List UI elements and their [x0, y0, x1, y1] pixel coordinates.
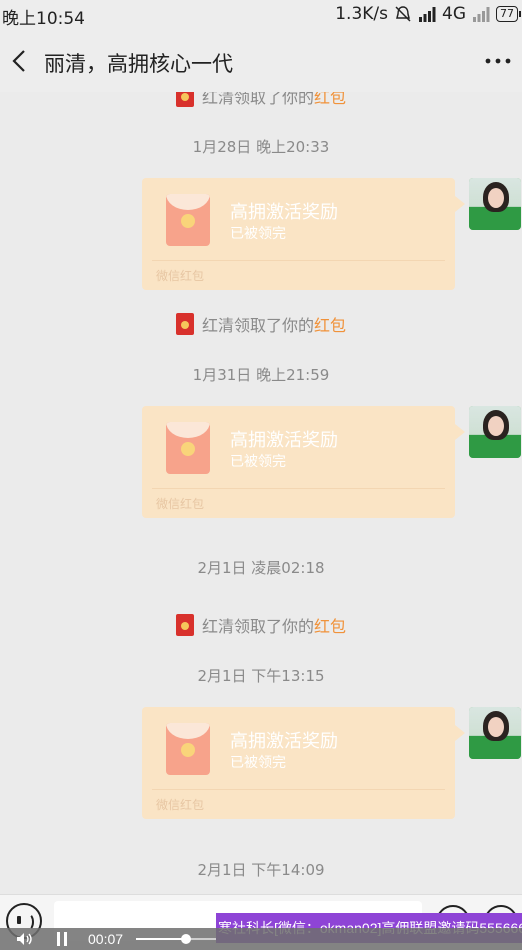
red-packet-link[interactable]: 红包: [314, 92, 346, 107]
message-timestamp: 1月28日 晚上20:33: [192, 138, 330, 156]
red-packet-envelope-icon: [166, 723, 210, 775]
divider: [152, 488, 445, 489]
red-packet-title: 高拥激活奖励: [230, 731, 338, 752]
red-packet-icon: [175, 92, 194, 107]
system-message-text: 红清领取了你的: [201, 316, 314, 335]
red-packet-card[interactable]: 高拥激活奖励 已被领完 微信红包: [142, 178, 465, 290]
volume-icon[interactable]: [16, 932, 34, 946]
avatar[interactable]: [469, 406, 521, 458]
chat-header: 丽清，高拥核心一代: [0, 30, 522, 92]
red-packet-envelope-icon: [166, 422, 210, 474]
avatar[interactable]: [469, 178, 521, 230]
red-packet-card[interactable]: 高拥激活奖励 已被领完 微信红包: [142, 406, 465, 518]
status-time: 晚上10:54: [2, 9, 85, 29]
red-packet-envelope-icon: [166, 194, 210, 246]
red-packet-icon: [175, 614, 194, 636]
message-timestamp: 2月1日 凌晨02:18: [197, 559, 325, 577]
pause-icon[interactable]: [55, 932, 69, 946]
network-type: 4G: [442, 4, 466, 24]
red-packet-footer: 微信红包: [156, 798, 205, 812]
divider: [152, 260, 445, 261]
system-message-text: 红清领取了你的: [201, 617, 314, 636]
status-indicators: 1.3K/s 4G 77: [335, 4, 521, 24]
wifi-icon: [473, 7, 490, 22]
red-packet-title: 高拥激活奖励: [230, 202, 338, 223]
elapsed-time: 00:07: [88, 931, 124, 947]
progress-knob[interactable]: [180, 934, 191, 944]
message-timestamp: 2月1日 下午13:15: [197, 667, 325, 685]
divider: [152, 789, 445, 790]
red-packet-link[interactable]: 红包: [314, 617, 346, 636]
red-packet-status: 已被领完: [230, 454, 286, 470]
message-timestamp: 1月31日 晚上21:59: [192, 366, 330, 384]
network-speed: 1.3K/s: [335, 4, 388, 24]
more-dots-icon[interactable]: [484, 46, 512, 76]
red-packet-link[interactable]: 红包: [314, 316, 346, 335]
chevron-left-icon[interactable]: [8, 46, 32, 76]
system-message: 红清领取了你的红包: [0, 312, 522, 336]
system-message: 红清领取了你的红包: [0, 613, 522, 637]
red-packet-status: 已被领完: [230, 755, 286, 771]
red-packet-footer: 微信红包: [156, 269, 205, 283]
avatar[interactable]: [469, 707, 521, 759]
red-packet-status: 已被领完: [230, 226, 286, 242]
red-packet-footer: 微信红包: [156, 497, 205, 511]
status-bar: 晚上10:54 1.3K/s 4G 77: [0, 0, 522, 30]
chat-history[interactable]: 红清领取了你的红包 1月28日 晚上20:33 高拥激活奖励 已被领完 微信红包…: [0, 92, 522, 894]
red-packet-title: 高拥激活奖励: [230, 430, 338, 451]
progress-fill: [136, 938, 186, 940]
message-timestamp: 2月1日 下午14:09: [197, 861, 325, 879]
chat-title: 丽清，高拥核心一代: [44, 52, 233, 76]
mute-icon: [395, 6, 411, 22]
system-message: 红清领取了你的红包: [0, 92, 522, 108]
red-packet-card[interactable]: 高拥激活奖励 已被领完 微信红包: [142, 707, 465, 819]
red-packet-icon: [175, 313, 194, 335]
battery-icon: 77: [496, 6, 521, 22]
progress-slider[interactable]: [136, 934, 216, 944]
system-message-text: 红清领取了你的: [201, 92, 314, 107]
video-player-bar: 00:07: [0, 928, 522, 950]
signal-icon: [419, 7, 436, 22]
